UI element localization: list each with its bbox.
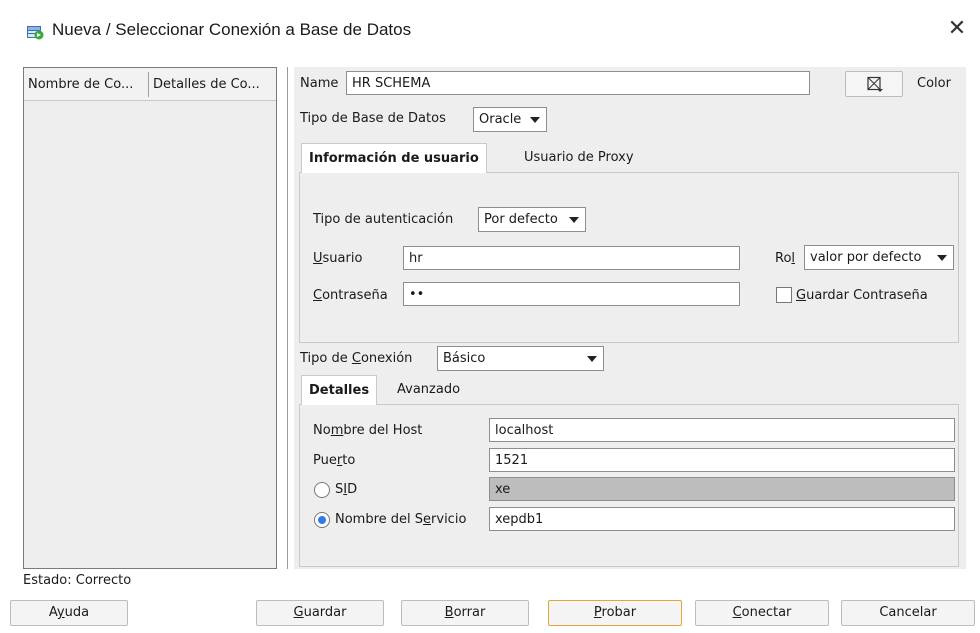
password-input[interactable] (403, 282, 740, 306)
host-input[interactable] (489, 418, 955, 442)
db-type-select[interactable]: Oracle (473, 107, 547, 132)
save-password-checkbox[interactable] (776, 287, 792, 303)
role-label: Rol (775, 251, 796, 266)
pane-splitter[interactable] (287, 67, 288, 569)
color-button[interactable] (845, 71, 903, 97)
window-title: Nueva / Seleccionar Conexión a Base de D… (52, 20, 412, 39)
save-password-label: Guardar Contraseña (796, 288, 928, 303)
chevron-down-icon (937, 255, 947, 261)
host-label: Nombre del Host (313, 423, 423, 438)
color-picker-icon (867, 76, 883, 92)
tab-user-info[interactable]: Información de usuario (301, 143, 487, 173)
db-type-value: Oracle (479, 112, 522, 127)
conn-type-label: Tipo de Conexión (300, 351, 413, 366)
chevron-down-icon (587, 356, 597, 362)
chevron-down-icon (569, 217, 579, 223)
save-button[interactable]: Guardar (256, 600, 384, 626)
name-label: Name (300, 76, 339, 91)
connections-list[interactable]: Nombre de Co... Detalles de Co... (23, 67, 277, 569)
tab-proxy-user[interactable]: Usuario de Proxy (517, 143, 641, 173)
column-header-details[interactable]: Detalles de Co... (149, 68, 276, 101)
db-type-label: Tipo de Base de Datos (300, 111, 446, 126)
help-button[interactable]: Ayuda (10, 600, 128, 626)
conn-type-select[interactable]: Básico (437, 346, 604, 371)
close-icon[interactable]: ✕ (944, 16, 970, 42)
connect-button[interactable]: Conectar (695, 600, 829, 626)
conn-type-value: Básico (443, 351, 486, 366)
user-input[interactable] (403, 246, 740, 270)
auth-type-value: Por defecto (484, 212, 558, 227)
user-label: Usuario (313, 251, 363, 266)
role-value: valor por defecto (810, 250, 922, 265)
cancel-button[interactable]: Cancelar (841, 600, 975, 626)
sid-label: SID (335, 482, 358, 497)
color-label: Color (917, 76, 951, 91)
role-select[interactable]: valor por defecto (804, 245, 954, 270)
service-name-input[interactable] (489, 507, 955, 531)
service-name-radio[interactable] (314, 512, 330, 528)
sid-radio[interactable] (314, 482, 330, 498)
clear-button[interactable]: Borrar (401, 600, 529, 626)
status-text: Estado: Correcto (23, 573, 132, 588)
tab-advanced[interactable]: Avanzado (390, 375, 467, 405)
auth-type-label: Tipo de autenticación (313, 212, 454, 227)
test-button[interactable]: Probar (548, 600, 682, 626)
name-input[interactable] (346, 71, 810, 95)
column-header-name[interactable]: Nombre de Co... (24, 68, 148, 101)
password-label: Contraseña (313, 288, 388, 303)
port-input[interactable] (489, 448, 955, 472)
title-bar: Nueva / Seleccionar Conexión a Base de D… (0, 0, 980, 64)
port-label: Puerto (313, 453, 356, 468)
auth-type-select[interactable]: Por defecto (478, 207, 586, 232)
database-connection-icon (27, 26, 44, 40)
connections-list-header: Nombre de Co... Detalles de Co... (24, 68, 276, 101)
tab-details[interactable]: Detalles (301, 375, 378, 405)
chevron-down-icon (530, 117, 540, 123)
service-name-label: Nombre del Servicio (335, 512, 467, 527)
sid-input[interactable] (489, 477, 955, 501)
